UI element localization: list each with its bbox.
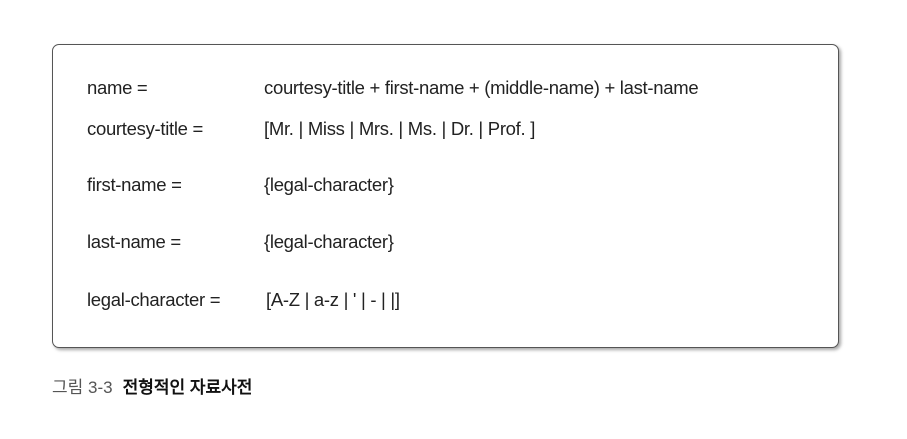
entry-definition: [Mr. | Miss | Mrs. | Ms. | Dr. | Prof. ] xyxy=(264,118,536,139)
figure-caption: 그림 3-3 전형적인 자료사전 xyxy=(52,377,252,399)
entry-definition: {legal-character} xyxy=(264,231,394,252)
figure-number: 그림 3-3 xyxy=(52,378,113,397)
entry-term: first-name = xyxy=(87,174,182,195)
entry-term: courtesy-title = xyxy=(87,118,204,139)
entry-definition: courtesy-title + first-name + (middle-na… xyxy=(264,77,699,98)
entry-term: last-name = xyxy=(87,231,181,252)
entry-term: legal-character = xyxy=(87,289,221,310)
entry-definition: {legal-character} xyxy=(264,174,394,195)
entry-definition: [A-Z | a-z | ' | - | |] xyxy=(266,289,400,310)
data-dictionary-box: name = courtesy-title + first-name + (mi… xyxy=(52,44,839,348)
figure-title: 전형적인 자료사전 xyxy=(122,378,253,397)
entry-term: name = xyxy=(87,77,148,98)
